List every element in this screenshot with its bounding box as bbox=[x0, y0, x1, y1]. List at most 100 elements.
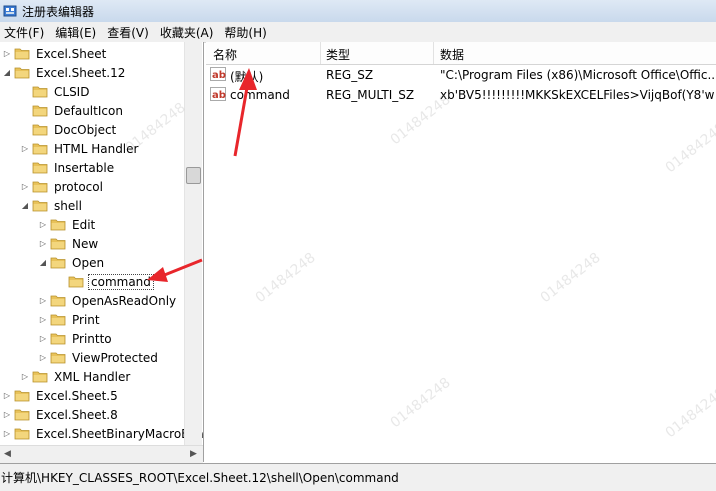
tree-node-label: Excel.Sheet.12 bbox=[36, 65, 126, 80]
tree-node[interactable]: ▷ Edit bbox=[38, 215, 97, 234]
value-type: REG_SZ bbox=[326, 68, 374, 82]
scroll-left-icon[interactable]: ◀ bbox=[4, 449, 11, 459]
tree-node[interactable]: ▷ Excel.SheetBinaryMacroEna bbox=[2, 424, 204, 443]
tree-node-label: DocObject bbox=[54, 122, 117, 137]
tree-node[interactable]: ▷ Print bbox=[38, 310, 102, 329]
tree-scroll-thumb[interactable] bbox=[186, 167, 201, 184]
folder-icon bbox=[50, 218, 66, 231]
folder-open-icon bbox=[68, 275, 84, 288]
column-data[interactable]: 数据 bbox=[440, 46, 464, 63]
column-divider[interactable] bbox=[320, 42, 321, 64]
tree-node-label: Excel.Sheet.8 bbox=[36, 407, 118, 422]
column-name[interactable]: 名称 bbox=[213, 46, 237, 63]
expand-icon[interactable]: ▷ bbox=[38, 239, 48, 248]
tree-node-label: protocol bbox=[54, 179, 103, 194]
tree-node-label: DefaultIcon bbox=[54, 103, 123, 118]
tree-node-label: Excel.Sheet.5 bbox=[36, 388, 118, 403]
tree-node[interactable]: ▷ ViewProtected bbox=[38, 348, 160, 367]
folder-icon bbox=[50, 294, 66, 307]
menu-file[interactable]: 文件(F) bbox=[0, 24, 51, 41]
tree-node[interactable]: DefaultIcon bbox=[20, 101, 125, 120]
expand-icon[interactable]: ▷ bbox=[38, 334, 48, 343]
expand-icon[interactable]: ▷ bbox=[2, 49, 12, 58]
folder-icon bbox=[14, 408, 30, 421]
expand-icon[interactable]: ▷ bbox=[38, 315, 48, 324]
expand-icon[interactable]: ▷ bbox=[20, 182, 30, 191]
expand-icon[interactable]: ▷ bbox=[38, 296, 48, 305]
column-divider[interactable] bbox=[433, 42, 434, 64]
tree-node-label: Edit bbox=[72, 217, 96, 232]
tree-node[interactable]: Insertable bbox=[20, 158, 116, 177]
value-type: REG_MULTI_SZ bbox=[326, 88, 415, 102]
expand-icon[interactable]: ▷ bbox=[2, 391, 12, 400]
collapse-icon[interactable]: ◢ bbox=[20, 201, 30, 210]
title-bar: 注册表编辑器 bbox=[0, 0, 716, 22]
tree-node[interactable]: ▷ Excel.Sheet.8 bbox=[2, 405, 120, 424]
tree-node[interactable]: ▷ Excel.Sheet bbox=[2, 44, 108, 63]
tree-node[interactable]: ◢ shell bbox=[20, 196, 84, 215]
tree-node-label: Excel.SheetBinaryMacroEna bbox=[36, 426, 204, 441]
registry-tree[interactable]: ▷ Excel.Sheet ◢ Excel.Sheet.12 CLSID DefaultI… bbox=[0, 42, 204, 462]
value-list: 名称 类型 数据 ab (默认) REG_SZ "C:\Program File… bbox=[206, 42, 716, 462]
collapse-icon[interactable]: ◢ bbox=[2, 68, 12, 77]
tree-node[interactable]: ▷ protocol bbox=[20, 177, 105, 196]
registry-path: 计算机\HKEY_CLASSES_ROOT\Excel.Sheet.12\she… bbox=[1, 471, 399, 485]
tree-vertical-scrollbar[interactable] bbox=[184, 42, 202, 445]
expand-icon[interactable]: ▷ bbox=[20, 144, 30, 153]
value-data: xb'BV5!!!!!!!!!MKKSkEXCELFiles>VijqBof(Y… bbox=[440, 88, 715, 102]
scroll-right-icon[interactable]: ▶ bbox=[190, 449, 197, 459]
tree-node-label: HTML Handler bbox=[54, 141, 139, 156]
expand-icon[interactable]: ▷ bbox=[2, 429, 12, 438]
expand-icon[interactable]: ▷ bbox=[38, 353, 48, 362]
folder-icon bbox=[14, 66, 30, 79]
menu-help[interactable]: 帮助(H) bbox=[220, 24, 273, 41]
tree-node[interactable]: ▷ Printto bbox=[38, 329, 114, 348]
folder-icon bbox=[50, 237, 66, 250]
tree-node-label: ViewProtected bbox=[72, 350, 158, 365]
window-title: 注册表编辑器 bbox=[22, 4, 95, 19]
tree-node[interactable]: ◢ Excel.Sheet.12 bbox=[2, 63, 127, 82]
tree-node[interactable]: ▷ New bbox=[38, 234, 100, 253]
tree-node-label: OpenAsReadOnly bbox=[72, 293, 177, 308]
status-bar: 计算机\HKEY_CLASSES_ROOT\Excel.Sheet.12\she… bbox=[0, 463, 716, 491]
tree-horizontal-scrollbar[interactable]: ◀ ▶ bbox=[0, 445, 203, 463]
tree-node[interactable]: ▷ HTML Handler bbox=[20, 139, 140, 158]
value-name: (默认) bbox=[230, 70, 264, 84]
folder-icon bbox=[14, 427, 30, 440]
collapse-icon[interactable]: ◢ bbox=[38, 258, 48, 267]
folder-icon bbox=[32, 104, 48, 117]
tree-node-label: Insertable bbox=[54, 160, 115, 175]
expand-icon[interactable]: ▷ bbox=[38, 220, 48, 229]
tree-node-label: shell bbox=[54, 198, 82, 213]
value-row-default[interactable]: ab (默认) REG_SZ "C:\Program Files (x86)\M… bbox=[206, 65, 716, 85]
tree-node[interactable]: command bbox=[56, 272, 154, 291]
folder-icon bbox=[50, 313, 66, 326]
menu-edit[interactable]: 编辑(E) bbox=[51, 24, 103, 41]
folder-icon bbox=[50, 351, 66, 364]
tree-node-label: command bbox=[88, 273, 154, 290]
svg-text:ab: ab bbox=[212, 70, 226, 81]
tree-node-label: Excel.Sheet bbox=[36, 46, 107, 61]
folder-icon bbox=[32, 85, 48, 98]
column-type[interactable]: 类型 bbox=[326, 46, 350, 63]
string-value-icon: ab bbox=[210, 67, 226, 81]
tree-node[interactable]: CLSID bbox=[20, 82, 91, 101]
regedit-icon bbox=[3, 4, 17, 18]
string-value-icon: ab bbox=[210, 87, 226, 101]
svg-text:ab: ab bbox=[212, 90, 226, 101]
tree-node-label: XML Handler bbox=[54, 369, 131, 384]
tree-node-label: Printto bbox=[72, 331, 112, 346]
menu-favorites[interactable]: 收藏夹(A) bbox=[156, 24, 221, 41]
tree-node[interactable]: ▷ Excel.Sheet.5 bbox=[2, 386, 120, 405]
value-row-command[interactable]: ab command REG_MULTI_SZ xb'BV5!!!!!!!!!M… bbox=[206, 85, 716, 105]
folder-icon bbox=[32, 370, 48, 383]
tree-node[interactable]: ◢ Open bbox=[38, 253, 106, 272]
menu-view[interactable]: 查看(V) bbox=[103, 24, 156, 41]
tree-node[interactable]: ▷ OpenAsReadOnly bbox=[38, 291, 178, 310]
folder-icon bbox=[32, 180, 48, 193]
expand-icon[interactable]: ▷ bbox=[2, 410, 12, 419]
expand-icon[interactable]: ▷ bbox=[20, 372, 30, 381]
tree-node-label: Print bbox=[72, 312, 100, 327]
tree-node[interactable]: DocObject bbox=[20, 120, 118, 139]
tree-node[interactable]: ▷ XML Handler bbox=[20, 367, 132, 386]
